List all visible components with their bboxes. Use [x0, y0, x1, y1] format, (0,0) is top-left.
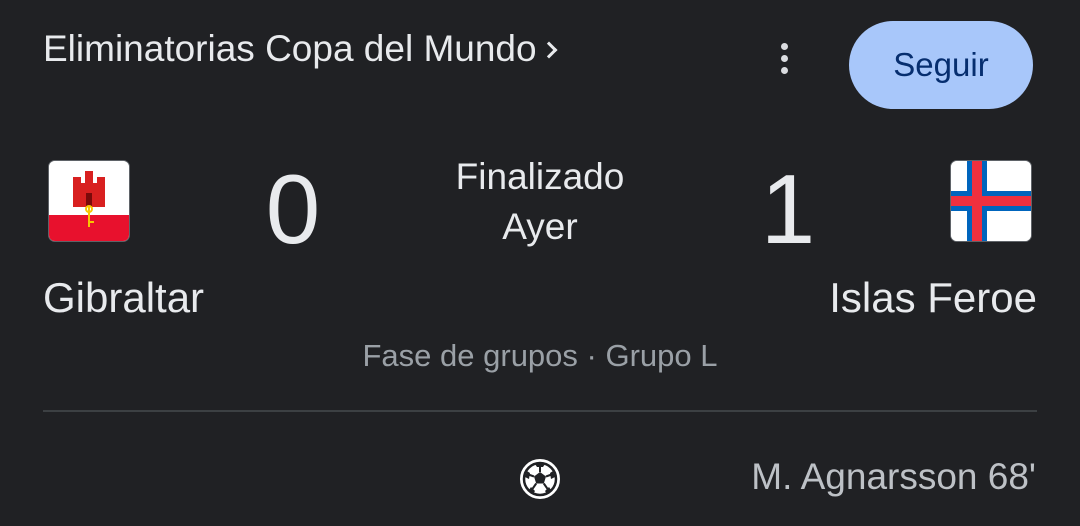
soccer-ball-icon: [518, 457, 562, 501]
away-team-name[interactable]: Islas Feroe: [829, 274, 1037, 322]
competition-header[interactable]: Eliminatorias Copa del Mundo: [43, 28, 558, 70]
match-date: Ayer: [502, 206, 578, 247]
follow-button[interactable]: Seguir: [849, 21, 1033, 109]
match-stage: Fase de grupos · Grupo L: [362, 338, 718, 373]
home-team-name[interactable]: Gibraltar: [43, 274, 204, 322]
home-team-flag[interactable]: [49, 161, 129, 241]
more-vert-icon-dot: [780, 66, 788, 74]
match-status: Finalizado: [455, 156, 625, 197]
competition-title: Eliminatorias Copa del Mundo: [43, 28, 537, 69]
chevron-right-icon: [540, 41, 558, 59]
faroe-islands-flag-icon: [951, 161, 1031, 241]
divider: [43, 410, 1037, 412]
home-team-score: 0: [265, 154, 321, 264]
goal-scorer: M. Agnarsson 68': [751, 456, 1036, 497]
gibraltar-flag-icon: [49, 161, 129, 241]
more-vert-icon-dot: [780, 54, 788, 62]
more-vert-icon-dot: [780, 42, 788, 50]
away-team-score: 1: [760, 154, 816, 264]
away-team-flag[interactable]: [951, 161, 1031, 241]
more-options-button[interactable]: [766, 38, 802, 78]
